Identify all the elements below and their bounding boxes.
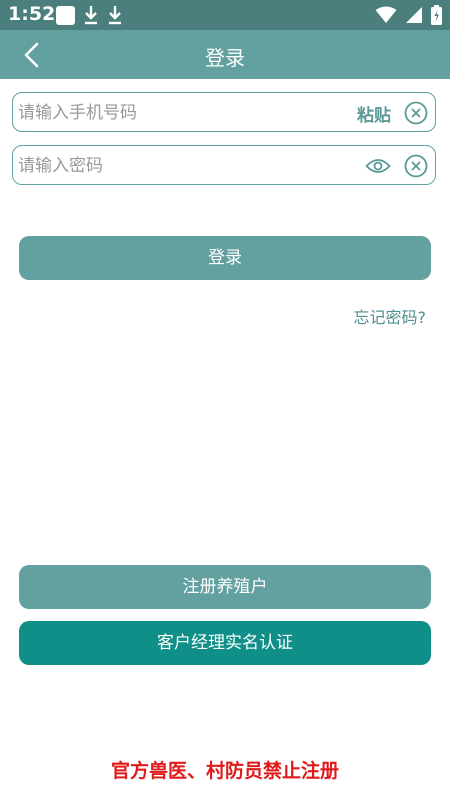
status-bar: 1:52 (0, 0, 450, 30)
wifi-icon (375, 6, 397, 23)
password-input[interactable] (16, 152, 320, 180)
signal-icon (406, 7, 422, 23)
login-button[interactable]: 登录 (19, 236, 431, 280)
registration-warning: 官方兽医、村防员禁止注册 (110, 760, 339, 782)
status-system-icons (375, 5, 442, 25)
download-icon (109, 6, 121, 25)
status-time: 1:52 (8, 3, 56, 25)
clear-password-icon[interactable] (404, 154, 428, 178)
download-icon (85, 6, 97, 25)
paste-button[interactable]: 粘贴 (357, 101, 391, 126)
status-notification-icons (56, 5, 123, 25)
phone-field: 粘贴 (12, 92, 436, 132)
clear-phone-icon[interactable] (404, 101, 428, 125)
app-notification-icon (56, 5, 75, 25)
phone-input[interactable] (16, 99, 320, 127)
password-field (12, 145, 436, 185)
page-title: 登录 (205, 46, 245, 70)
show-password-eye-icon[interactable] (365, 155, 391, 177)
battery-icon (431, 5, 442, 25)
manager-verification-button[interactable]: 客户经理实名认证 (19, 621, 431, 665)
app-bar: 登录 (0, 30, 450, 79)
forgot-password-link[interactable]: 忘记密码? (354, 304, 427, 328)
register-farmer-button[interactable]: 注册养殖户 (19, 565, 431, 609)
